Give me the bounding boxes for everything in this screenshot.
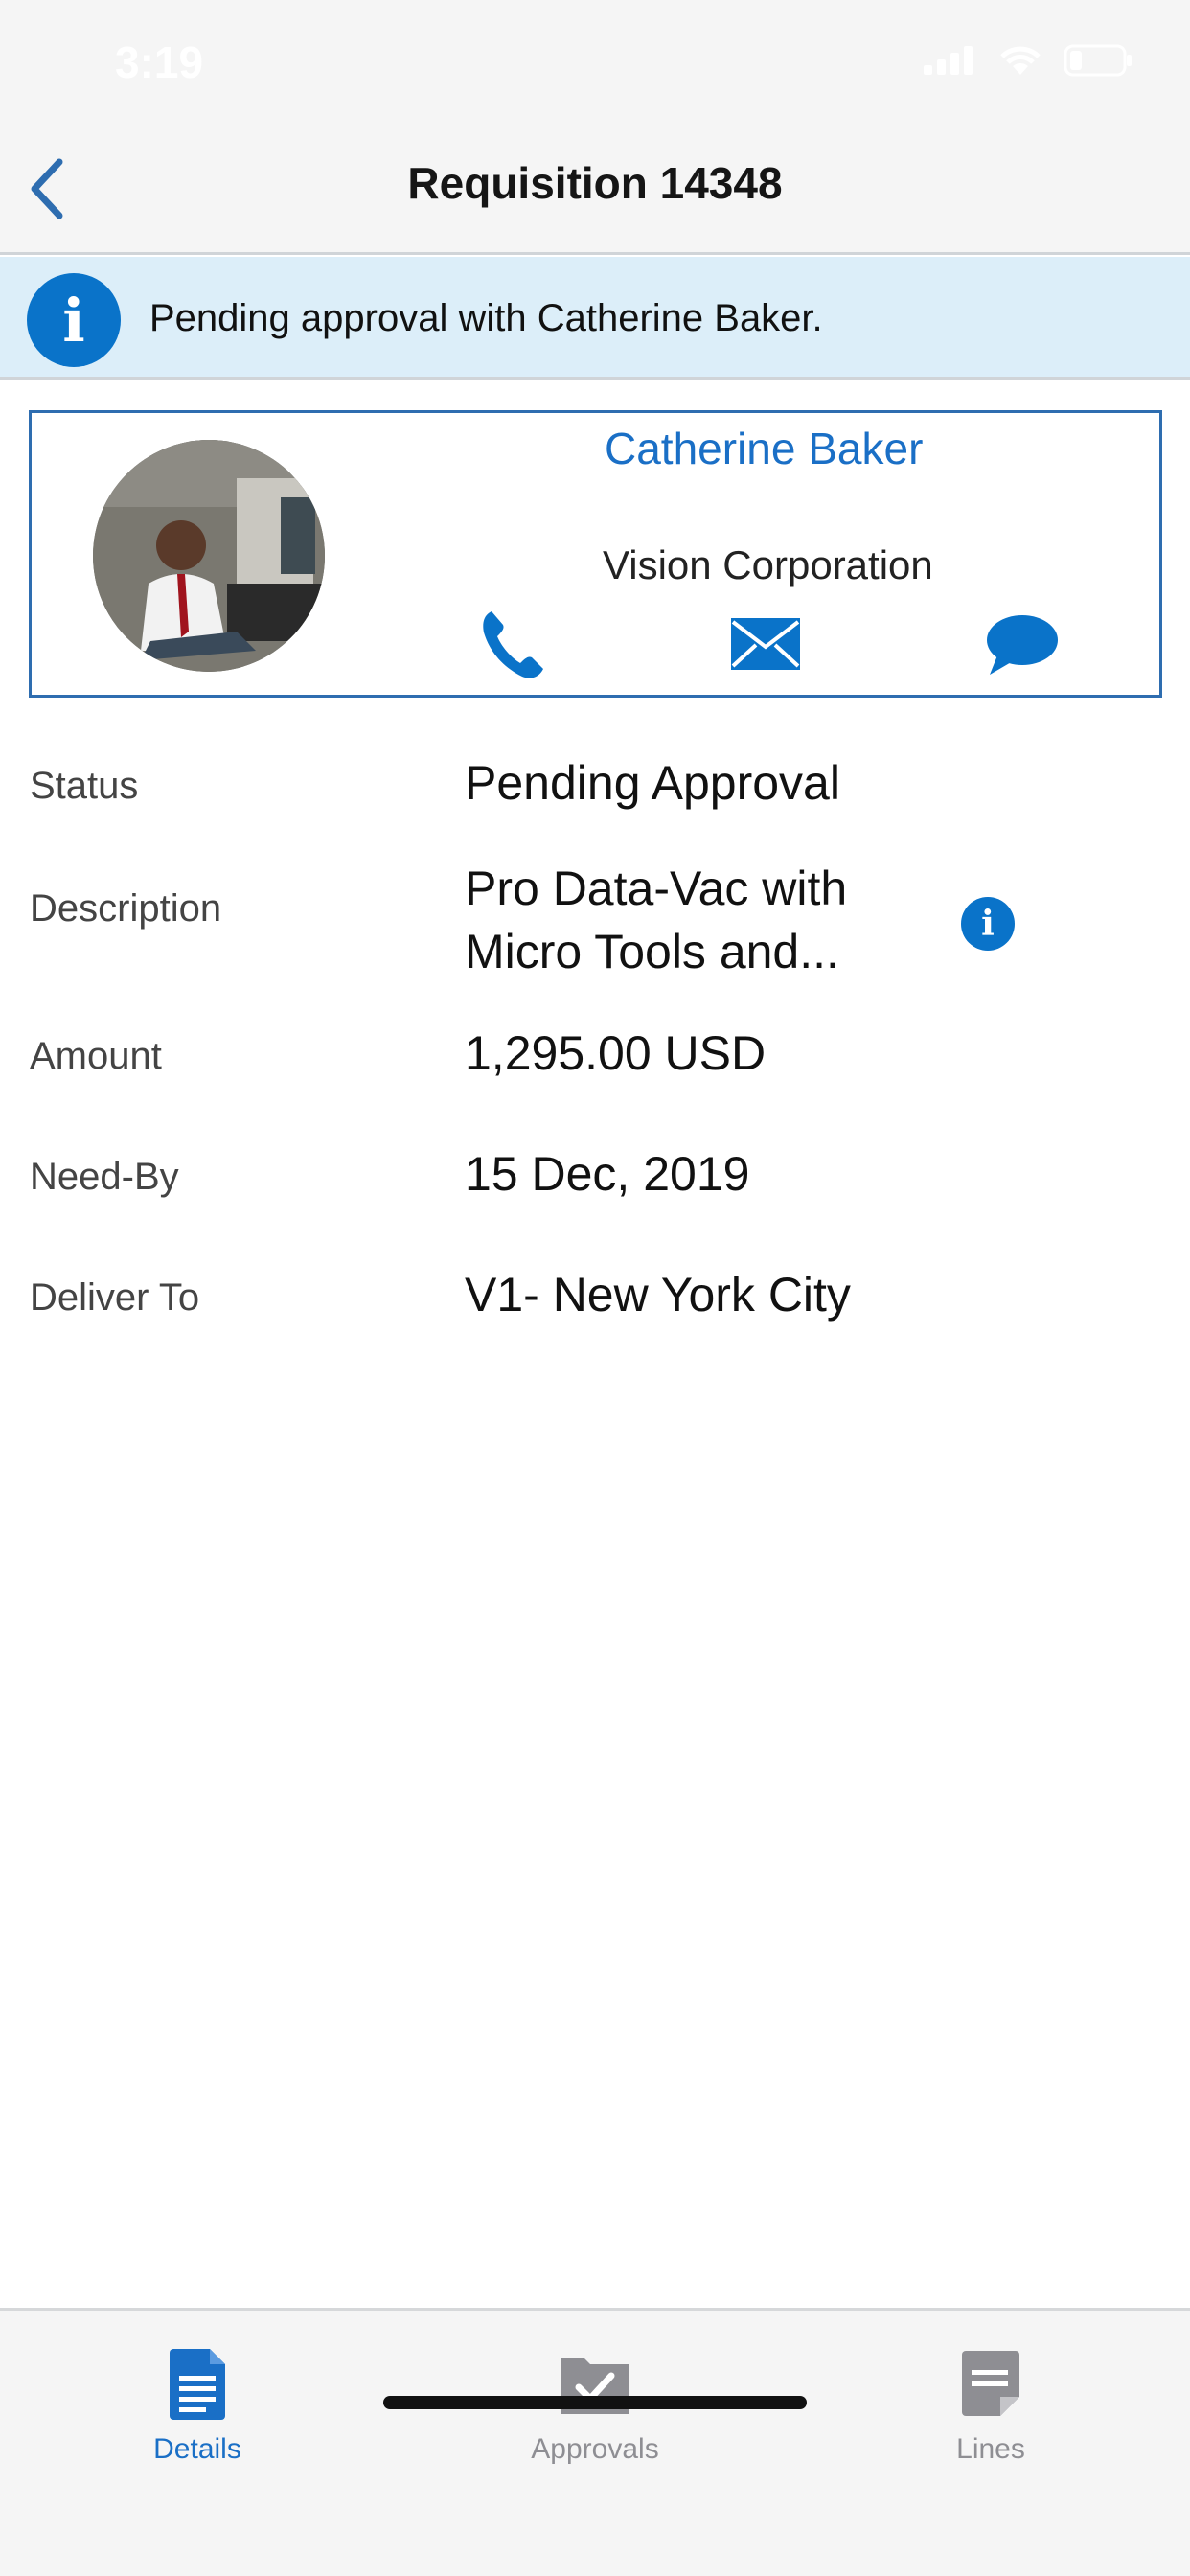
top-bar: 3:19 Requisition 14348 [0,0,1190,255]
info-icon: i [27,273,121,367]
contact-name[interactable]: Catherine Baker [444,423,1153,474]
amount-value: 1,295.00 USD [465,1026,767,1080]
status-bar: 3:19 [0,0,1190,125]
status-time: 3:19 [115,37,204,87]
tab-lines[interactable]: Lines [876,2345,1106,2466]
wifi-icon [1000,46,1041,75]
call-button[interactable] [469,601,555,687]
need-by-value: 15 Dec, 2019 [465,1147,750,1201]
document-icon [170,2349,225,2420]
description-line-1: Pro Data-Vac with [465,862,848,915]
deliver-to-value: V1- New York City [465,1268,851,1322]
status-value: Pending Approval [465,756,840,810]
description-line-2: Micro Tools and... [465,925,839,978]
tab-bar: Details Approvals Lines [0,2308,1190,2576]
description-info-icon[interactable]: i [961,897,1015,951]
navigation-bar: Requisition 14348 [0,134,1190,240]
chat-bubble-icon [987,615,1058,675]
banner-message: Pending approval with Catherine Baker. [149,297,823,339]
contact-card: Catherine Baker Vision Corporation [29,410,1162,698]
page-title: Requisition 14348 [407,158,783,208]
tab-details[interactable]: Details [82,2345,312,2466]
home-indicator [383,2396,807,2409]
status-label: Status [30,765,139,807]
tab-lines-label: Lines [956,2433,1025,2465]
signal-icon [924,46,973,75]
description-label: Description [30,887,222,930]
mail-icon [731,618,800,670]
amount-label: Amount [30,1035,162,1077]
battery-icon [1064,44,1132,77]
tab-details-label: Details [153,2433,241,2465]
contact-organization: Vision Corporation [603,542,933,587]
message-button[interactable] [978,601,1064,687]
avatar [93,440,325,672]
deliver-to-label: Deliver To [30,1276,200,1319]
lines-note-icon [962,2351,1019,2416]
phone-icon [483,611,543,678]
info-banner: i Pending approval with Catherine Baker. [0,257,1190,380]
status-icons [924,44,1133,77]
email-button[interactable] [722,601,809,687]
tab-approvals-label: Approvals [531,2433,659,2465]
need-by-label: Need-By [30,1156,179,1198]
